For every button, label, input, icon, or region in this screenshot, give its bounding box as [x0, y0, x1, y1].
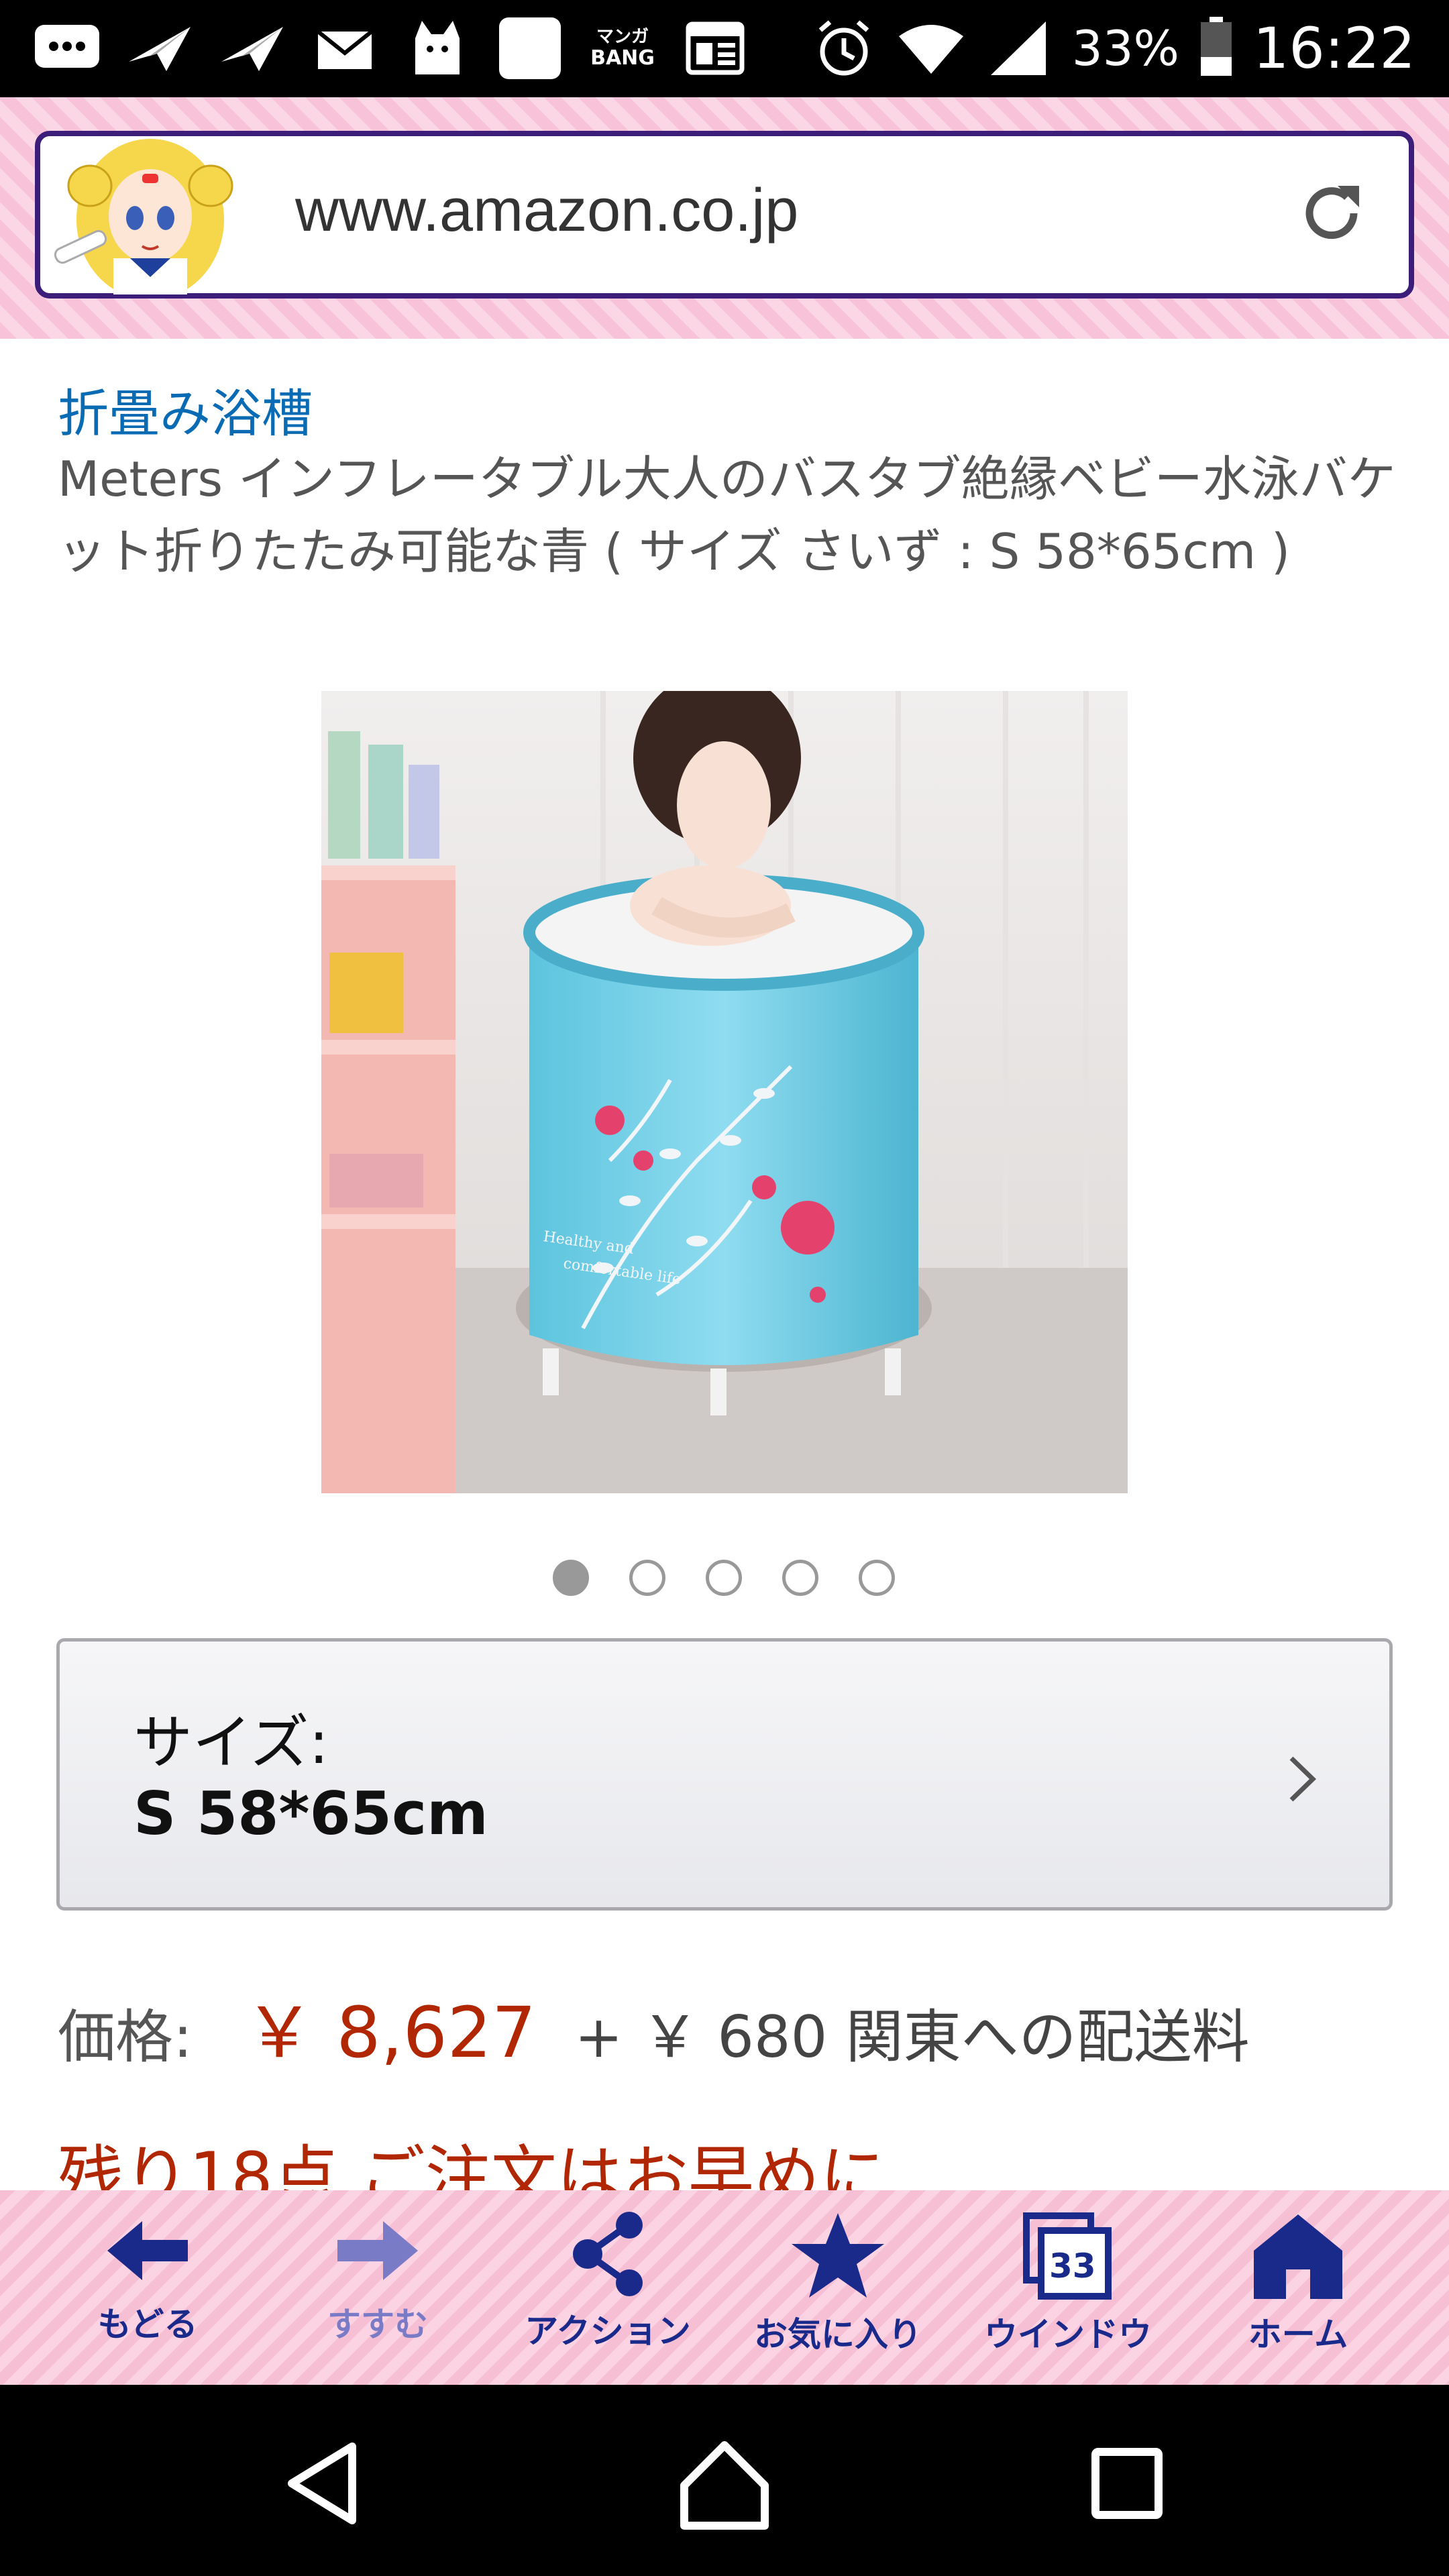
forward-label: すすむ [327, 2305, 428, 2344]
size-label: サイズ: [133, 1708, 329, 1777]
price-label: 価格: [58, 2004, 193, 2071]
chevron-right-icon [1282, 1749, 1322, 1809]
pager-dot[interactable] [629, 1560, 665, 1596]
action-button[interactable]: アクション [507, 2210, 708, 2371]
clock: 16:22 [1252, 15, 1415, 81]
image-pager[interactable] [553, 1560, 895, 1596]
pager-dot[interactable] [553, 1560, 589, 1596]
reload-icon[interactable] [1295, 176, 1368, 250]
product-image[interactable]: Healthy and comfortable life [321, 691, 1128, 1493]
size-selector[interactable]: サイズ: S 58*65cm [56, 1638, 1393, 1911]
home-button[interactable]: ホーム [1197, 2210, 1399, 2371]
stock-notice: 残り18点 ご注文はお早めに [58, 2139, 885, 2190]
send-icon [126, 18, 193, 78]
wifi-icon [898, 18, 965, 78]
app-square-icon [496, 17, 564, 79]
system-nav-bar [0, 2385, 1449, 2576]
manga-bang-icon: マンガ BANG [590, 27, 655, 70]
window-count: 33 [1049, 2247, 1096, 2286]
category-link[interactable]: 折畳み浴槽 [58, 372, 313, 446]
url-text[interactable]: www.amazon.co.jp [295, 176, 798, 246]
cat-app-icon [404, 18, 471, 78]
url-box[interactable]: www.amazon.co.jp [35, 131, 1414, 300]
arrow-left-icon [107, 2221, 188, 2280]
pager-dot[interactable] [706, 1560, 742, 1596]
message-icon [34, 18, 101, 78]
arrow-right-icon [337, 2221, 418, 2280]
back-label: もどる [97, 2305, 198, 2344]
browser-toolbar: もどる すすむ アクション お気に入り 33 ウインドウ ホーム [0, 2190, 1449, 2385]
home-icon [1254, 2214, 1342, 2299]
battery-percent: 33% [1071, 20, 1179, 76]
nav-back-icon[interactable] [272, 2433, 372, 2534]
alarm-icon [810, 18, 877, 78]
favorites-label: お気に入り [754, 2315, 922, 2354]
favorites-button[interactable]: お気に入り [737, 2210, 938, 2371]
window-button[interactable]: 33 ウインドウ [967, 2210, 1169, 2371]
window-label: ウインドウ [984, 2315, 1152, 2354]
nav-home-icon[interactable] [674, 2433, 775, 2534]
pager-dot[interactable] [859, 1560, 895, 1596]
price-value: ￥ 8,627 [244, 1992, 537, 2074]
action-label: アクション [525, 2312, 691, 2351]
windows-icon: 33 [1021, 2210, 1115, 2301]
news-icon [682, 18, 749, 78]
share-icon [573, 2212, 643, 2296]
battery-icon [1199, 17, 1233, 80]
star-icon [792, 2213, 884, 2298]
size-value: S 58*65cm [133, 1779, 488, 1848]
forward-button[interactable]: すすむ [277, 2210, 478, 2371]
shipping-fee: + ￥ 680 関東への配送料 [574, 2004, 1250, 2071]
home-label: ホーム [1248, 2315, 1348, 2354]
nav-recents-icon[interactable] [1077, 2433, 1177, 2534]
sailor-moon-avatar-icon[interactable] [50, 139, 244, 300]
browser-address-bar: www.amazon.co.jp [0, 97, 1449, 339]
signal-icon [985, 18, 1052, 78]
page-content: 折畳み浴槽 Meters インフレータブル大人のバスタブ絶縁ベビー水泳バケット折… [0, 339, 1449, 2190]
pager-dot[interactable] [782, 1560, 818, 1596]
product-title: Meters インフレータブル大人のバスタブ絶縁ベビー水泳バケット折りたたみ可能… [58, 451, 1396, 580]
status-bar: マンガ BANG 33% 16:22 [0, 0, 1449, 97]
price-row: 価格: ￥ 8,627 + ￥ 680 関東への配送料 [58, 1976, 1250, 2077]
mail-icon [311, 18, 378, 78]
send-icon [219, 18, 286, 78]
back-button[interactable]: もどる [47, 2210, 248, 2371]
